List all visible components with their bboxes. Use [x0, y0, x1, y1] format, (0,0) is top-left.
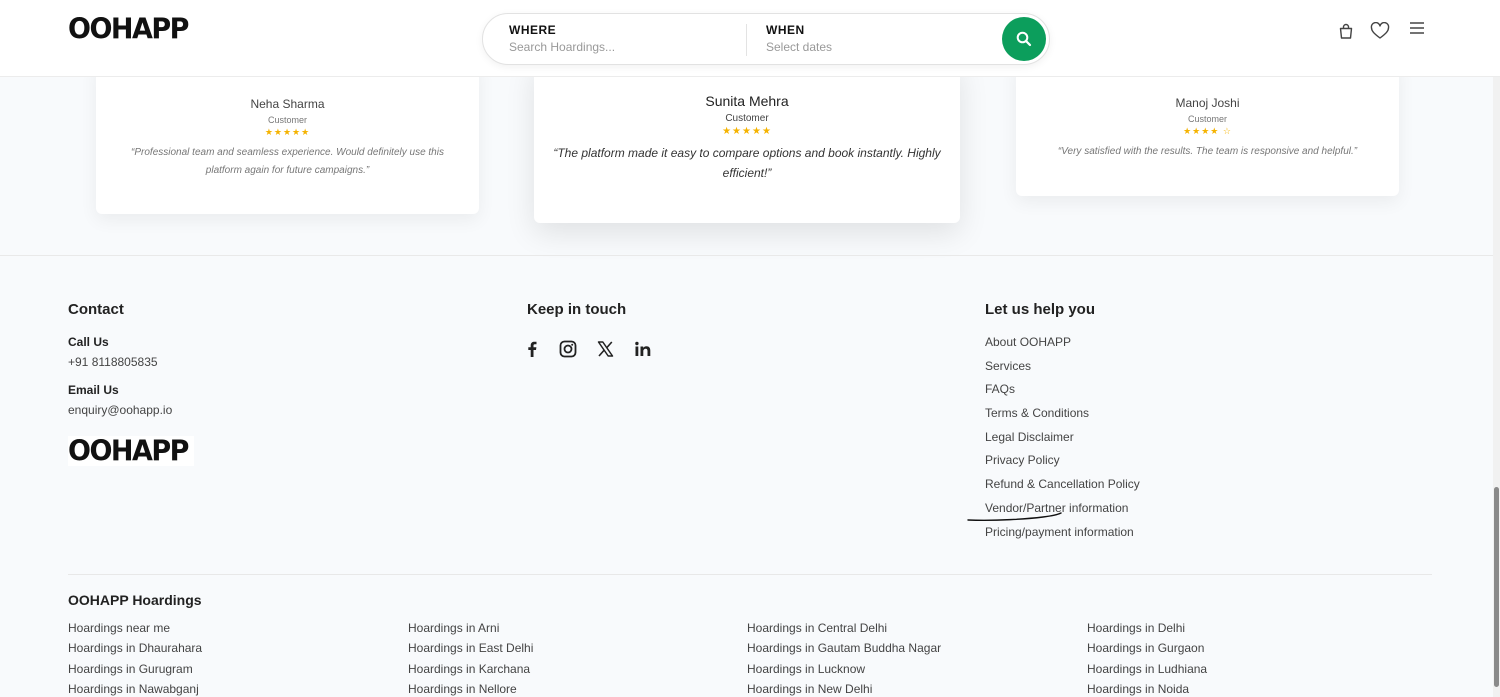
hoardings-column: Hoardings in Central Delhi Hoardings in … — [747, 620, 941, 697]
email-us-label: Email Us — [68, 383, 119, 397]
linkedin-link[interactable] — [633, 339, 653, 359]
hoarding-link[interactable]: Hoardings in Lucknow — [747, 661, 941, 681]
testimonial-role: Customer — [267, 115, 307, 125]
testimonial-card: Sunita Mehra Customer ★★★★★ “The platfor… — [534, 60, 960, 223]
testimonial-name: Manoj Joshi — [1175, 96, 1240, 110]
menu-icon — [1410, 22, 1424, 34]
where-input[interactable] — [509, 40, 739, 54]
testimonial-card: Neha Sharma Customer ★★★★★ “Professional… — [96, 60, 479, 214]
facebook-link[interactable] — [522, 339, 542, 359]
faqs-link[interactable]: FAQs — [985, 381, 1140, 405]
heart-icon — [1370, 22, 1390, 39]
contact-heading: Contact — [68, 301, 124, 318]
search-icon — [1016, 31, 1032, 47]
hoarding-link[interactable]: Hoardings in Noida — [1087, 681, 1207, 697]
hoarding-link[interactable]: Hoardings in Arni — [408, 620, 533, 640]
site-header: OOHAPP WHERE WHEN — [0, 0, 1500, 77]
hoarding-link[interactable]: Hoardings in Gautam Buddha Nagar — [747, 640, 941, 660]
when-input[interactable] — [766, 40, 986, 54]
shopping-bag-icon — [1339, 23, 1353, 39]
hoarding-link[interactable]: Hoardings in Ludhiana — [1087, 661, 1207, 681]
when-field[interactable]: WHEN — [766, 23, 986, 54]
testimonial-quote: “Professional team and seamless experien… — [131, 147, 444, 176]
pricing-payment-link[interactable]: Pricing/payment information — [985, 524, 1140, 548]
hoardings-heading: OOHAPP Hoardings — [68, 592, 202, 608]
hoarding-link[interactable]: Hoardings in Karchana — [408, 661, 533, 681]
refund-policy-link[interactable]: Refund & Cancellation Policy — [985, 476, 1140, 500]
help-heading: Let us help you — [985, 301, 1096, 318]
hoarding-link[interactable]: Hoardings near me — [68, 620, 202, 640]
where-label: WHERE — [509, 23, 557, 37]
footer-logo[interactable]: OOHAPP — [68, 436, 194, 466]
where-field[interactable]: WHERE — [509, 23, 739, 54]
instagram-icon — [559, 340, 577, 358]
cart-button[interactable] — [1335, 20, 1357, 42]
testimonial-name: Sunita Mehra — [705, 93, 789, 109]
hoarding-link[interactable]: Hoardings in Gurgaon — [1087, 640, 1207, 660]
linkedin-icon — [635, 341, 651, 356]
oohapp-logo[interactable]: OOHAPP — [68, 14, 194, 44]
hoarding-link[interactable]: Hoardings in New Delhi — [747, 681, 941, 697]
about-link[interactable]: About OOHAPP — [985, 334, 1140, 358]
testimonial-name: Neha Sharma — [250, 97, 325, 111]
legal-disclaimer-link[interactable]: Legal Disclaimer — [985, 429, 1140, 453]
search-divider — [746, 24, 747, 56]
hoardings-column: Hoardings in Arni Hoardings in East Delh… — [408, 620, 533, 697]
email-link[interactable]: enquiry@oohapp.io — [68, 403, 172, 417]
facebook-icon — [528, 341, 537, 357]
page-scrollbar[interactable] — [1493, 0, 1500, 697]
hoarding-link[interactable]: Hoardings in Nellore — [408, 681, 533, 697]
testimonial-role: Customer — [1187, 114, 1227, 124]
keep-in-touch-heading: Keep in touch — [527, 301, 627, 318]
hoardings-column: Hoardings in Delhi Hoardings in Gurgaon … — [1087, 620, 1207, 697]
rating-stars: ★★★★ ☆ — [1183, 126, 1232, 136]
footer-divider — [68, 574, 1432, 575]
scrollbar-thumb[interactable] — [1494, 487, 1499, 687]
x-link[interactable] — [595, 339, 615, 359]
testimonial-quote: “Very satisfied with the results. The te… — [1057, 146, 1358, 157]
terms-link[interactable]: Terms & Conditions — [985, 405, 1140, 429]
section-divider — [0, 255, 1500, 256]
hoarding-link[interactable]: Hoardings in Nawabganj — [68, 681, 202, 697]
when-label: WHEN — [766, 23, 805, 37]
testimonial-quote: “The platform made it easy to compare op… — [553, 146, 941, 180]
hoarding-link[interactable]: Hoardings in Gurugram — [68, 661, 202, 681]
testimonial-card: Manoj Joshi Customer ★★★★ ☆ “Very satisf… — [1016, 60, 1399, 196]
wishlist-button[interactable] — [1369, 20, 1391, 42]
services-link[interactable]: Services — [985, 358, 1140, 382]
search-bar: WHERE WHEN — [482, 13, 1050, 65]
menu-button[interactable] — [1406, 17, 1428, 39]
hoardings-column: Hoardings near me Hoardings in Dhaurahar… — [68, 620, 202, 697]
x-icon — [597, 341, 613, 357]
hoarding-link[interactable]: Hoardings in Delhi — [1087, 620, 1207, 640]
call-us-label: Call Us — [68, 335, 109, 349]
logo-wordmark: OOHAPP — [68, 12, 189, 46]
hoarding-link[interactable]: Hoardings in Dhaurahara — [68, 640, 202, 660]
search-button[interactable] — [1002, 17, 1046, 61]
hand-drawn-underline — [967, 512, 1062, 521]
instagram-link[interactable] — [558, 339, 578, 359]
testimonial-role: Customer — [725, 113, 769, 124]
privacy-policy-link[interactable]: Privacy Policy — [985, 452, 1140, 476]
hoarding-link[interactable]: Hoardings in Central Delhi — [747, 620, 941, 640]
phone-link[interactable]: +91 8118805835 — [68, 355, 158, 369]
rating-stars: ★★★★★ — [722, 126, 772, 137]
rating-stars: ★★★★★ — [264, 127, 311, 137]
hoarding-link[interactable]: Hoardings in East Delhi — [408, 640, 533, 660]
logo-wordmark: OOHAPP — [68, 434, 189, 468]
